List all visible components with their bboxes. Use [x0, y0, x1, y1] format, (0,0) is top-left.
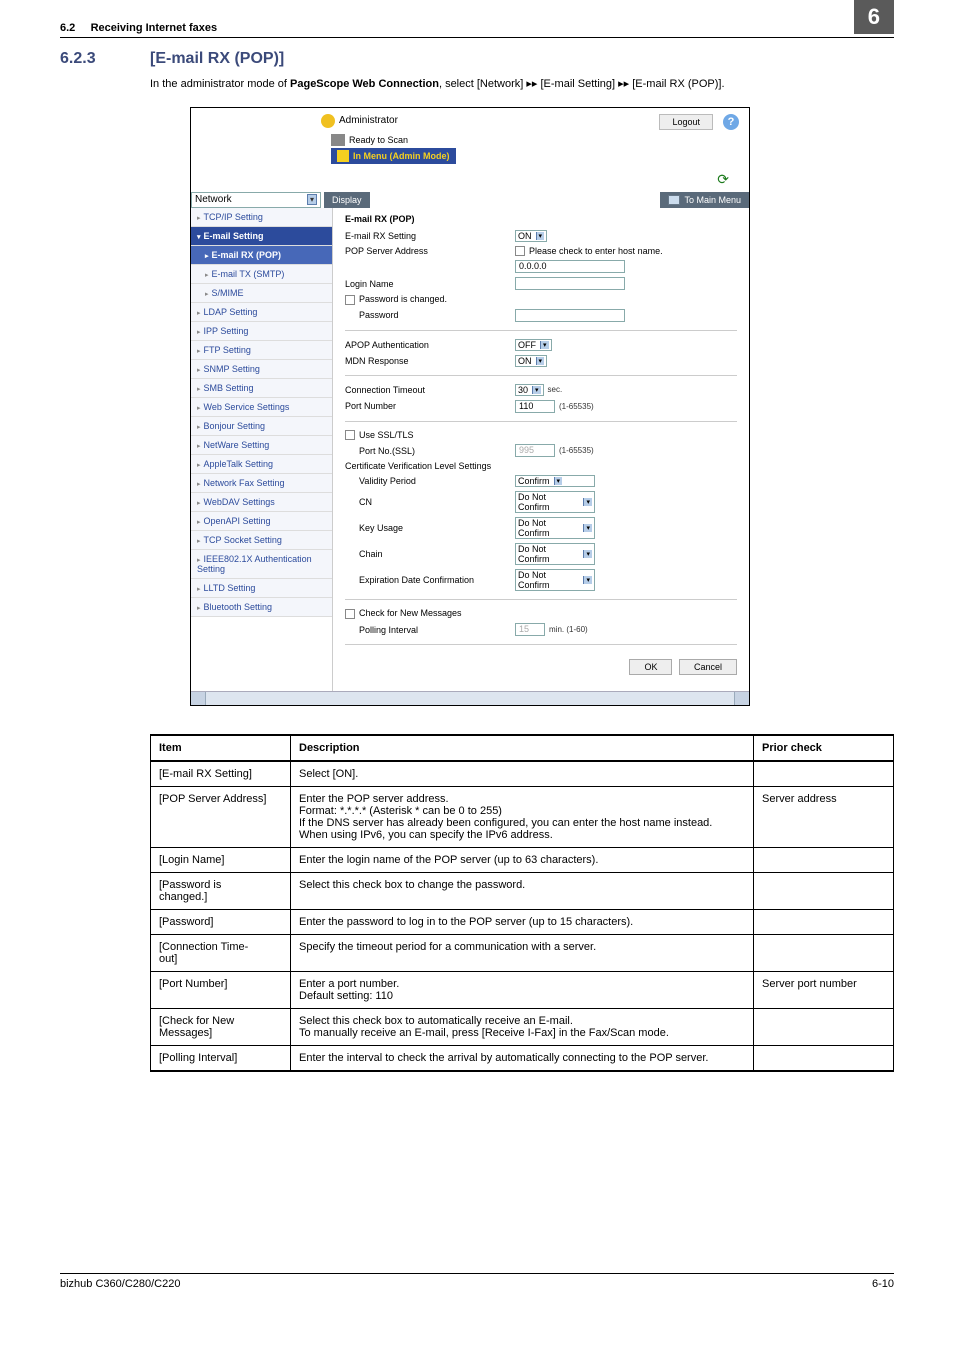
- description-table: Item Description Prior check [E-mail RX …: [150, 734, 894, 1072]
- hostname-checkbox[interactable]: [515, 246, 525, 256]
- main-pane: E-mail RX (POP) E-mail RX SettingON▾ POP…: [333, 208, 749, 692]
- sidebar-item-bluetooth[interactable]: ▸Bluetooth Setting: [191, 598, 332, 617]
- category-select[interactable]: Network▾: [191, 192, 321, 208]
- th-desc: Description: [291, 735, 754, 761]
- mode-icon: [337, 150, 349, 162]
- display-button[interactable]: Display: [324, 192, 370, 208]
- port-input[interactable]: 110: [515, 400, 555, 413]
- app-screenshot: Administrator Ready to Scan In Menu (Adm…: [190, 107, 750, 707]
- table-row: [Polling Interval]Enter the interval to …: [151, 1046, 894, 1072]
- sidebar-item-email-tx-smtp[interactable]: ▸E-mail TX (SMTP): [191, 265, 332, 284]
- user-icon: [321, 114, 335, 128]
- sidebar-item-tcpsocket[interactable]: ▸TCP Socket Setting: [191, 531, 332, 550]
- timeout-select[interactable]: 30▾: [515, 384, 544, 396]
- sidebar-item-networkfax[interactable]: ▸Network Fax Setting: [191, 474, 332, 493]
- logout-button[interactable]: Logout: [659, 114, 713, 130]
- sidebar-item-smb[interactable]: ▸SMB Setting: [191, 379, 332, 398]
- chevron-down-icon: ▾: [583, 576, 592, 584]
- admin-label: Administrator: [321, 114, 456, 128]
- section-number: 6.2.3: [60, 50, 150, 68]
- table-row: [POP Server Address]Enter the POP server…: [151, 787, 894, 848]
- checknew-checkbox[interactable]: [345, 609, 355, 619]
- header-title: Receiving Internet faxes: [91, 22, 218, 34]
- to-main-menu-button[interactable]: To Main Menu: [660, 192, 749, 208]
- cn-select[interactable]: Do Not Confirm▾: [515, 491, 595, 513]
- chevron-down-icon: ▾: [307, 194, 317, 205]
- sidebar-item-smime[interactable]: ▸S/MIME: [191, 284, 332, 303]
- chevron-down-icon: ▾: [540, 341, 549, 349]
- table-row: [Connection Time- out]Specify the timeou…: [151, 935, 894, 972]
- sidebar-item-email-rx-pop[interactable]: ▸E-mail RX (POP): [191, 246, 332, 265]
- sidebar-item-email[interactable]: ▾E-mail Setting: [191, 227, 332, 246]
- password-changed-checkbox[interactable]: [345, 295, 355, 305]
- expiration-select[interactable]: Do Not Confirm▾: [515, 569, 595, 591]
- ssl-port-input[interactable]: 995: [515, 444, 555, 457]
- email-rx-select[interactable]: ON▾: [515, 230, 547, 242]
- table-row: [Password]Enter the password to log in t…: [151, 910, 894, 935]
- cancel-button[interactable]: Cancel: [679, 659, 737, 675]
- table-row: [Port Number]Enter a port number. Defaul…: [151, 972, 894, 1009]
- refresh-icon[interactable]: ⟳: [717, 171, 729, 188]
- sidebar-item-openapi[interactable]: ▸OpenAPI Setting: [191, 512, 332, 531]
- apop-select[interactable]: OFF▾: [515, 339, 552, 351]
- intro-text: In the administrator mode of PageScope W…: [150, 76, 894, 93]
- table-row: [Password is changed.]Select this check …: [151, 873, 894, 910]
- footer-page: 6-10: [872, 1278, 894, 1290]
- polling-input[interactable]: 15: [515, 623, 545, 636]
- sidebar-item-ftp[interactable]: ▸FTP Setting: [191, 341, 332, 360]
- ok-button[interactable]: OK: [629, 659, 672, 675]
- pop-address-input[interactable]: 0.0.0.0: [515, 260, 625, 273]
- chain-select[interactable]: Do Not Confirm▾: [515, 543, 595, 565]
- header-num: 6.2: [60, 22, 75, 34]
- help-icon[interactable]: ?: [723, 114, 739, 130]
- sidebar-item-ldap[interactable]: ▸LDAP Setting: [191, 303, 332, 322]
- th-prior: Prior check: [754, 735, 894, 761]
- table-row: [E-mail RX Setting]Select [ON].: [151, 761, 894, 787]
- chevron-down-icon: ▾: [554, 477, 563, 485]
- password-input[interactable]: [515, 309, 625, 322]
- chevron-down-icon: ▾: [536, 357, 545, 365]
- sidebar-item-appletalk[interactable]: ▸AppleTalk Setting: [191, 455, 332, 474]
- horizontal-scrollbar[interactable]: [191, 691, 749, 705]
- chevron-down-icon: ▾: [536, 232, 545, 240]
- keyusage-select[interactable]: Do Not Confirm▾: [515, 517, 595, 539]
- pane-title: E-mail RX (POP): [345, 214, 737, 224]
- th-item: Item: [151, 735, 291, 761]
- sidebar: ▸TCP/IP Setting ▾E-mail Setting ▸E-mail …: [191, 208, 333, 692]
- status-mode: In Menu (Admin Mode): [331, 148, 456, 164]
- sidebar-item-snmp[interactable]: ▸SNMP Setting: [191, 360, 332, 379]
- status-ready: Ready to Scan: [331, 134, 456, 146]
- chevron-down-icon: ▾: [583, 524, 592, 532]
- chevron-down-icon: ▾: [583, 550, 592, 558]
- sidebar-item-ipp[interactable]: ▸IPP Setting: [191, 322, 332, 341]
- table-row: [Check for New Messages]Select this chec…: [151, 1009, 894, 1046]
- sidebar-item-netware[interactable]: ▸NetWare Setting: [191, 436, 332, 455]
- login-name-input[interactable]: [515, 277, 625, 290]
- chevron-down-icon: ▾: [532, 386, 541, 394]
- footer-model: bizhub C360/C280/C220: [60, 1278, 180, 1290]
- header-section: 6.2 Receiving Internet faxes: [60, 22, 217, 34]
- table-row: [Login Name]Enter the login name of the …: [151, 848, 894, 873]
- chevron-down-icon: ▾: [583, 498, 592, 506]
- sidebar-item-webservice[interactable]: ▸Web Service Settings: [191, 398, 332, 417]
- mdn-select[interactable]: ON▾: [515, 355, 547, 367]
- printer-icon: [331, 134, 345, 146]
- sidebar-item-lltd[interactable]: ▸LLTD Setting: [191, 579, 332, 598]
- chapter-tab: 6: [854, 0, 894, 34]
- sidebar-item-ieee8021x[interactable]: ▸IEEE802.1X Authentication Setting: [191, 550, 332, 579]
- sidebar-item-bonjour[interactable]: ▸Bonjour Setting: [191, 417, 332, 436]
- section-title: [E-mail RX (POP)]: [150, 50, 284, 68]
- sidebar-item-tcpip[interactable]: ▸TCP/IP Setting: [191, 208, 332, 227]
- sidebar-item-webdav[interactable]: ▸WebDAV Settings: [191, 493, 332, 512]
- ssl-checkbox[interactable]: [345, 430, 355, 440]
- home-icon: [668, 195, 680, 205]
- validity-select[interactable]: Confirm▾: [515, 475, 595, 487]
